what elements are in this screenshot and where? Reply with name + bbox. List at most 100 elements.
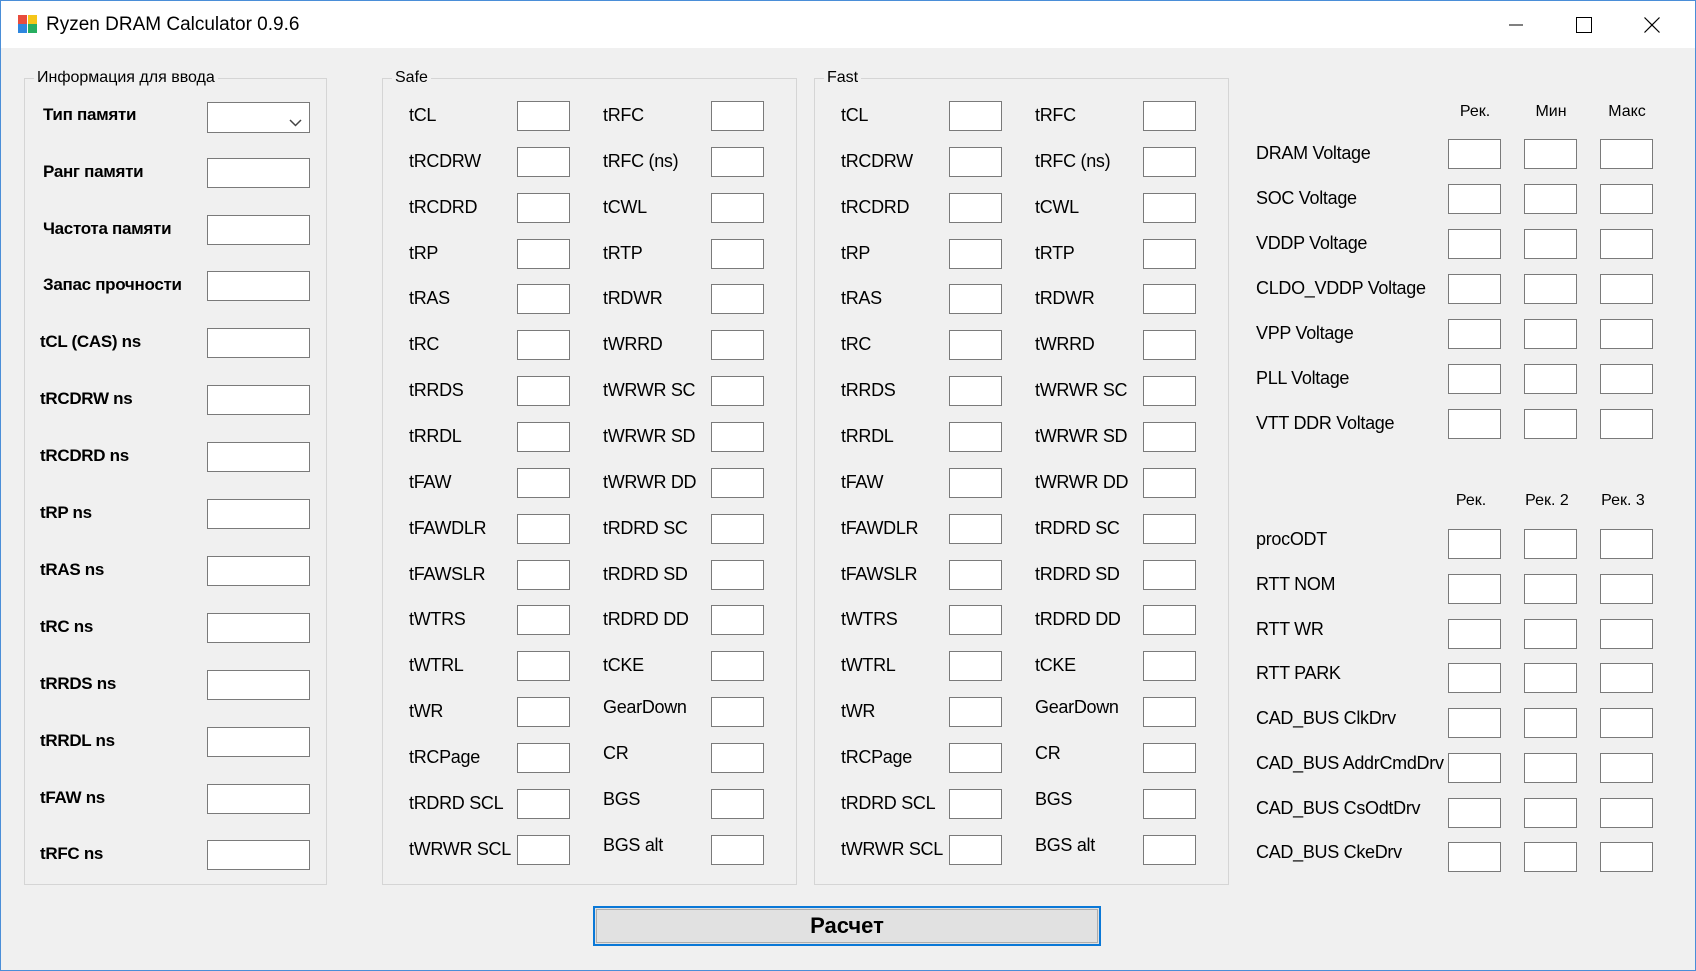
safe_group-left-input[interactable]	[517, 147, 570, 177]
fast_group-right-input[interactable]	[1143, 651, 1196, 681]
drive-input[interactable]	[1524, 619, 1577, 649]
fast_group-left-input[interactable]	[949, 101, 1002, 131]
safe_group-left-input[interactable]	[517, 697, 570, 727]
fast_group-right-input[interactable]	[1143, 697, 1196, 727]
drive-input[interactable]	[1448, 529, 1501, 559]
fast_group-left-input[interactable]	[949, 789, 1002, 819]
voltage-input[interactable]	[1600, 319, 1653, 349]
voltage-input[interactable]	[1600, 229, 1653, 259]
fast_group-left-input[interactable]	[949, 514, 1002, 544]
fast_group-left-input[interactable]	[949, 605, 1002, 635]
safe_group-right-input[interactable]	[711, 376, 764, 406]
voltage-input[interactable]	[1524, 229, 1577, 259]
minimize-button[interactable]	[1482, 1, 1550, 48]
voltage-input[interactable]	[1600, 274, 1653, 304]
safe_group-right-input[interactable]	[711, 422, 764, 452]
voltage-input[interactable]	[1524, 139, 1577, 169]
safe_group-right-input[interactable]	[711, 101, 764, 131]
fast_group-right-input[interactable]	[1143, 560, 1196, 590]
drive-input[interactable]	[1448, 619, 1501, 649]
voltage-input[interactable]	[1600, 364, 1653, 394]
drive-input[interactable]	[1448, 842, 1501, 872]
voltage-input[interactable]	[1600, 184, 1653, 214]
fast_group-right-input[interactable]	[1143, 239, 1196, 269]
voltage-input[interactable]	[1524, 409, 1577, 439]
voltage-input[interactable]	[1448, 139, 1501, 169]
drive-input[interactable]	[1524, 798, 1577, 828]
input-field-10[interactable]	[207, 670, 310, 700]
input-field-2[interactable]	[207, 215, 310, 245]
drive-input[interactable]	[1448, 798, 1501, 828]
safe_group-left-input[interactable]	[517, 651, 570, 681]
input-field-9[interactable]	[207, 613, 310, 643]
drive-input[interactable]	[1524, 708, 1577, 738]
fast_group-right-input[interactable]	[1143, 743, 1196, 773]
drive-input[interactable]	[1524, 842, 1577, 872]
safe_group-right-input[interactable]	[711, 835, 764, 865]
maximize-button[interactable]	[1550, 1, 1618, 48]
drive-input[interactable]	[1524, 574, 1577, 604]
input-field-5[interactable]	[207, 385, 310, 415]
voltage-input[interactable]	[1600, 139, 1653, 169]
safe_group-left-input[interactable]	[517, 835, 570, 865]
input-field-7[interactable]	[207, 499, 310, 529]
fast_group-right-input[interactable]	[1143, 605, 1196, 635]
safe_group-right-input[interactable]	[711, 743, 764, 773]
safe_group-left-input[interactable]	[517, 422, 570, 452]
fast_group-left-input[interactable]	[949, 239, 1002, 269]
fast_group-right-input[interactable]	[1143, 330, 1196, 360]
safe_group-right-input[interactable]	[711, 239, 764, 269]
fast_group-left-input[interactable]	[949, 835, 1002, 865]
voltage-input[interactable]	[1448, 274, 1501, 304]
fast_group-right-input[interactable]	[1143, 376, 1196, 406]
input-field-11[interactable]	[207, 727, 310, 757]
fast_group-right-input[interactable]	[1143, 147, 1196, 177]
drive-input[interactable]	[1600, 842, 1653, 872]
safe_group-left-input[interactable]	[517, 560, 570, 590]
input-field-6[interactable]	[207, 442, 310, 472]
drive-input[interactable]	[1448, 753, 1501, 783]
voltage-input[interactable]	[1524, 319, 1577, 349]
input-field-1[interactable]	[207, 158, 310, 188]
fast_group-right-input[interactable]	[1143, 514, 1196, 544]
safe_group-left-input[interactable]	[517, 239, 570, 269]
voltage-input[interactable]	[1448, 319, 1501, 349]
drive-input[interactable]	[1448, 708, 1501, 738]
voltage-input[interactable]	[1524, 274, 1577, 304]
voltage-input[interactable]	[1524, 364, 1577, 394]
safe_group-right-input[interactable]	[711, 651, 764, 681]
drive-input[interactable]	[1600, 663, 1653, 693]
close-button[interactable]	[1618, 1, 1686, 48]
safe_group-left-input[interactable]	[517, 330, 570, 360]
fast_group-left-input[interactable]	[949, 468, 1002, 498]
input-field-12[interactable]	[207, 784, 310, 814]
drive-input[interactable]	[1600, 574, 1653, 604]
safe_group-right-input[interactable]	[711, 193, 764, 223]
safe_group-left-input[interactable]	[517, 743, 570, 773]
drive-input[interactable]	[1448, 663, 1501, 693]
voltage-input[interactable]	[1448, 184, 1501, 214]
fast_group-left-input[interactable]	[949, 330, 1002, 360]
safe_group-left-input[interactable]	[517, 376, 570, 406]
fast_group-right-input[interactable]	[1143, 789, 1196, 819]
drive-input[interactable]	[1448, 574, 1501, 604]
voltage-input[interactable]	[1448, 364, 1501, 394]
safe_group-left-input[interactable]	[517, 193, 570, 223]
safe_group-right-input[interactable]	[711, 605, 764, 635]
input-field-4[interactable]	[207, 328, 310, 358]
safe_group-left-input[interactable]	[517, 605, 570, 635]
safe_group-right-input[interactable]	[711, 789, 764, 819]
safe_group-left-input[interactable]	[517, 101, 570, 131]
drive-input[interactable]	[1600, 798, 1653, 828]
drive-input[interactable]	[1600, 529, 1653, 559]
fast_group-left-input[interactable]	[949, 193, 1002, 223]
safe_group-right-input[interactable]	[711, 560, 764, 590]
fast_group-right-input[interactable]	[1143, 835, 1196, 865]
fast_group-right-input[interactable]	[1143, 468, 1196, 498]
voltage-input[interactable]	[1524, 184, 1577, 214]
safe_group-left-input[interactable]	[517, 284, 570, 314]
fast_group-right-input[interactable]	[1143, 101, 1196, 131]
fast_group-left-input[interactable]	[949, 697, 1002, 727]
fast_group-left-input[interactable]	[949, 422, 1002, 452]
drive-input[interactable]	[1524, 753, 1577, 783]
